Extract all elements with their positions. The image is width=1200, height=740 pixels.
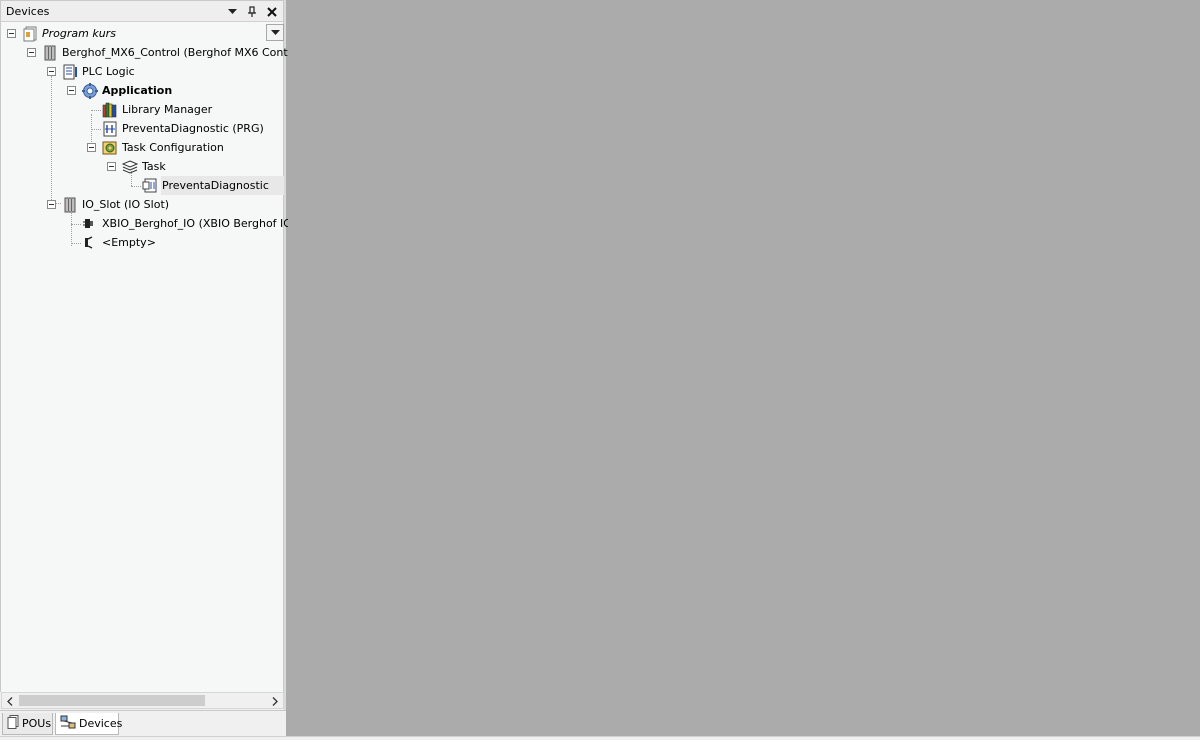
scrollbar-thumb[interactable] [19, 695, 205, 706]
tab-label: POUs [22, 717, 52, 730]
tree-node-task-call[interactable]: PreventaDiagnostic [141, 176, 269, 195]
gear-icon [81, 82, 99, 99]
library-books-icon [101, 101, 119, 118]
tree-node-label: PreventaDiagnostic (PRG) [122, 122, 264, 135]
tree-node-device[interactable]: Berghof_MX6_Control (Berghof MX6 Control… [41, 43, 306, 62]
tree-node-empty-slot[interactable]: <Empty> [81, 233, 156, 252]
tab-label: Devices [79, 717, 123, 730]
close-icon[interactable] [264, 4, 280, 20]
tree-line [71, 224, 81, 225]
scroll-left-icon[interactable] [4, 694, 16, 708]
device-icon [41, 44, 59, 61]
tab-devices[interactable]: Devices [55, 713, 123, 735]
collapse-toggle-plc-logic[interactable] [47, 67, 56, 76]
project-icon [21, 25, 39, 42]
tree-node-io-slot[interactable]: IO_Slot (IO Slot) [61, 195, 169, 214]
tree-line [91, 129, 101, 130]
tree-node-label: <Empty> [102, 236, 156, 249]
tree-line [71, 210, 72, 246]
tree-node-label: Application [102, 84, 173, 97]
chevron-down-icon [270, 29, 280, 35]
panel-title: Devices [6, 5, 50, 18]
tree-node-label: Library Manager [122, 103, 213, 116]
pous-page-icon [7, 715, 19, 732]
tree-node-xbio[interactable]: XBIO_Berghof_IO (XBIO Berghof IO) [81, 214, 296, 233]
plc-logic-icon [61, 63, 79, 80]
io-module-icon [81, 215, 99, 232]
tab-pous[interactable]: POUs [2, 713, 53, 735]
horizontal-scrollbar[interactable] [1, 692, 284, 709]
tree-node-application[interactable]: Application [81, 81, 172, 100]
empty-slot-icon [81, 234, 99, 251]
tree-node-label: Berghof_MX6_Control (Berghof MX6 Control… [62, 46, 307, 59]
status-strip [0, 736, 1200, 740]
tree-node-label: PLC Logic [82, 65, 135, 78]
tree-node-label: Task [142, 160, 166, 173]
tree-line [131, 186, 141, 187]
tree-node-task[interactable]: Task [121, 157, 166, 176]
tree-node-label: XBIO_Berghof_IO (XBIO Berghof IO) [102, 217, 297, 230]
tree-node-pou[interactable]: PreventaDiagnostic (PRG) [101, 119, 264, 138]
program-pou-icon [101, 120, 119, 137]
device-icon [61, 196, 79, 213]
panel-menu-dropdown-icon[interactable] [224, 4, 240, 20]
tree-node-label: Program kurs [42, 27, 116, 40]
task-stack-icon [121, 158, 139, 175]
collapse-toggle-io-slot[interactable] [47, 200, 56, 209]
scroll-right-icon[interactable] [269, 694, 281, 708]
collapse-toggle-task-configuration[interactable] [87, 143, 96, 152]
collapse-toggle-task[interactable] [107, 162, 116, 171]
tree-node-label: IO_Slot (IO Slot) [82, 198, 170, 211]
devices-panel: Devices Program kurs Berghof_MX6_Control… [0, 0, 306, 740]
collapse-toggle-project[interactable] [7, 29, 16, 38]
editor-area [288, 0, 1200, 736]
tree-node-library-manager[interactable]: Library Manager [101, 100, 212, 119]
tree-node-label: PreventaDiagnostic [162, 179, 269, 192]
panel-header: Devices [0, 0, 284, 22]
collapse-toggle-application[interactable] [67, 86, 76, 95]
tree-node-label: Task Configuration [122, 141, 224, 154]
pou-call-icon [141, 177, 159, 194]
collapse-toggle-device[interactable] [27, 48, 36, 57]
tree-node-plc-logic[interactable]: PLC Logic [61, 62, 135, 81]
tree-node-project[interactable]: Program kurs [21, 24, 116, 43]
device-tree[interactable]: Program kurs Berghof_MX6_Control (Bergho… [0, 22, 306, 692]
tree-line [71, 243, 81, 244]
tree-line [51, 76, 52, 204]
devices-network-icon [60, 715, 76, 732]
tree-line [91, 110, 101, 111]
pin-icon[interactable] [244, 4, 260, 20]
tree-dropdown-button[interactable] [266, 24, 284, 41]
tree-node-task-configuration[interactable]: Task Configuration [101, 138, 224, 157]
task-configuration-icon [101, 139, 119, 156]
